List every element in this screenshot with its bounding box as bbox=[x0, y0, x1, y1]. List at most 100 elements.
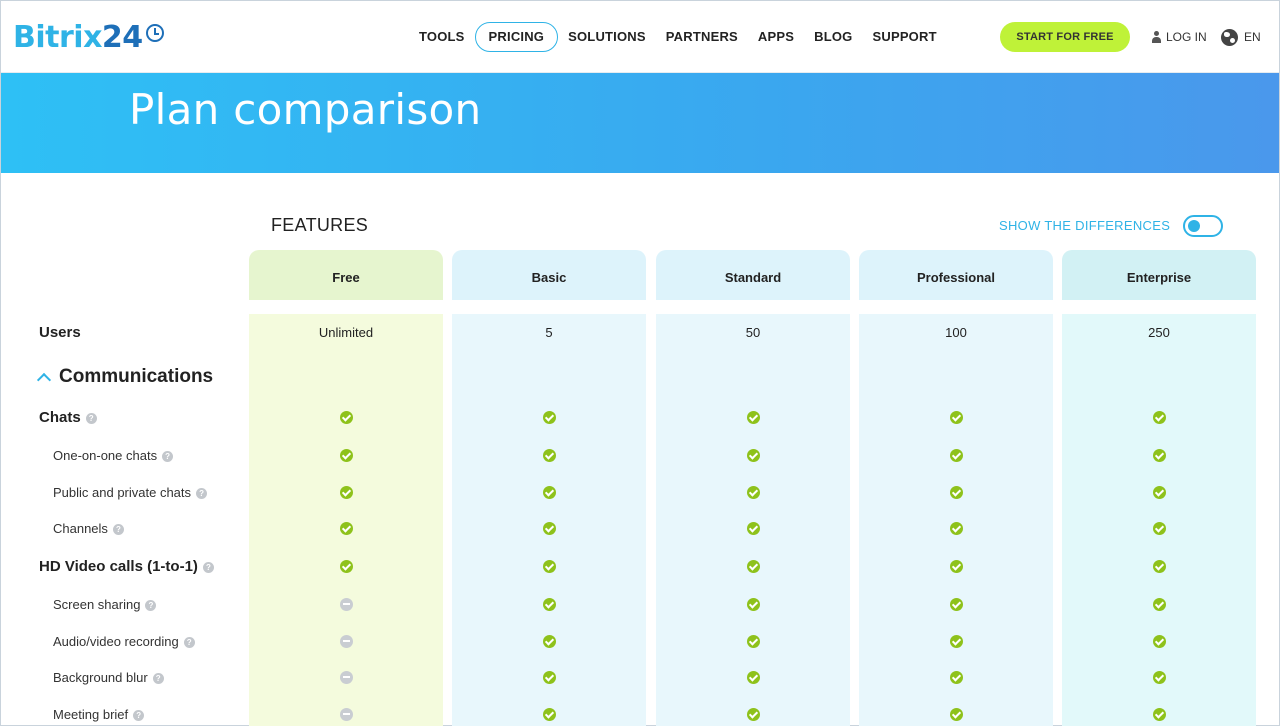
feature-cell-standard bbox=[656, 624, 850, 660]
nav-solutions[interactable]: SOLUTIONS bbox=[558, 22, 656, 52]
feature-label-text: Screen sharing bbox=[53, 597, 141, 612]
nav-partners[interactable]: PARTNERS bbox=[656, 22, 748, 52]
chevron-up-icon bbox=[36, 372, 52, 388]
feature-label: Audio/video recording? bbox=[53, 624, 195, 660]
check-icon bbox=[746, 598, 760, 612]
unavailable-icon bbox=[339, 598, 353, 612]
site-header: Bitrix 24 TOOLS PRICING SOLUTIONS PARTNERS AP… bbox=[1, 1, 1279, 73]
check-icon bbox=[746, 449, 760, 463]
check-icon bbox=[746, 411, 760, 425]
check-icon bbox=[1152, 671, 1166, 685]
table-row: Channels? bbox=[1, 511, 1279, 547]
help-icon[interactable]: ? bbox=[196, 487, 208, 499]
row-label: Users bbox=[39, 324, 81, 341]
help-icon[interactable]: ? bbox=[183, 636, 195, 648]
feature-label-text: Channels bbox=[53, 521, 108, 536]
check-icon bbox=[949, 486, 963, 500]
check-icon bbox=[542, 449, 556, 463]
language-selector[interactable]: EN bbox=[1221, 22, 1261, 52]
check-icon bbox=[542, 522, 556, 536]
nav-blog[interactable]: BLOG bbox=[804, 22, 862, 52]
check-icon bbox=[339, 486, 353, 500]
feature-cell-basic bbox=[452, 697, 646, 726]
logo-text: Bitrix bbox=[13, 19, 102, 55]
feature-cell-basic bbox=[452, 624, 646, 660]
check-icon bbox=[1152, 522, 1166, 536]
help-icon[interactable]: ? bbox=[133, 709, 145, 721]
feature-cell-professional bbox=[859, 511, 1053, 547]
feature-label: Public and private chats? bbox=[53, 475, 208, 511]
table-row: Meeting brief? bbox=[1, 697, 1279, 726]
check-icon bbox=[542, 411, 556, 425]
users-value-basic: 5 bbox=[545, 325, 553, 340]
help-icon[interactable]: ? bbox=[145, 599, 157, 611]
check-icon bbox=[1152, 411, 1166, 425]
nav-support[interactable]: SUPPORT bbox=[862, 22, 946, 52]
feature-cell-professional bbox=[859, 697, 1053, 726]
table-row: Background blur? bbox=[1, 660, 1279, 696]
feature-cell-basic bbox=[452, 438, 646, 474]
check-icon bbox=[542, 486, 556, 500]
feature-label-text: Audio/video recording bbox=[53, 634, 179, 649]
feature-cell-professional bbox=[859, 549, 1053, 585]
feature-label: Meeting brief? bbox=[53, 697, 145, 726]
feature-cell-free bbox=[249, 511, 443, 547]
section-title: Communications bbox=[59, 366, 214, 387]
help-icon[interactable]: ? bbox=[85, 412, 97, 424]
feature-cell-free bbox=[249, 697, 443, 726]
check-icon bbox=[1152, 560, 1166, 574]
feature-cell-enterprise bbox=[1062, 624, 1256, 660]
show-differences-toggle[interactable] bbox=[1183, 215, 1223, 237]
users-value-enterprise: 250 bbox=[1148, 325, 1170, 340]
bitrix24-logo[interactable]: Bitrix 24 bbox=[13, 18, 164, 56]
table-row: Audio/video recording? bbox=[1, 624, 1279, 660]
check-icon bbox=[949, 411, 963, 425]
feature-cell-enterprise bbox=[1062, 438, 1256, 474]
feature-label: HD Video calls (1-to-1)? bbox=[39, 549, 214, 585]
check-icon bbox=[949, 449, 963, 463]
check-icon bbox=[339, 522, 353, 536]
help-icon[interactable]: ? bbox=[202, 561, 214, 573]
help-icon[interactable]: ? bbox=[112, 523, 124, 535]
nav-tools[interactable]: TOOLS bbox=[409, 22, 475, 52]
show-differences-label[interactable]: SHOW THE DIFFERENCES bbox=[999, 218, 1170, 233]
feature-cell-enterprise bbox=[1062, 587, 1256, 623]
features-heading: FEATURES bbox=[271, 215, 369, 235]
globe-icon bbox=[1221, 28, 1238, 46]
check-icon bbox=[1152, 635, 1166, 649]
check-icon bbox=[949, 560, 963, 574]
section-communications[interactable]: Communications bbox=[36, 363, 214, 391]
nav-apps[interactable]: APPS bbox=[748, 22, 804, 52]
toggle-knob bbox=[1188, 220, 1200, 232]
logo-number: 24 bbox=[101, 19, 143, 55]
login-link[interactable]: LOG IN bbox=[1151, 22, 1207, 52]
feature-cell-standard bbox=[656, 438, 850, 474]
language-label: EN bbox=[1244, 30, 1261, 44]
nav-pricing[interactable]: PRICING bbox=[474, 22, 559, 52]
check-icon bbox=[542, 560, 556, 574]
feature-label: Background blur? bbox=[53, 660, 164, 696]
users-value-professional: 100 bbox=[945, 325, 967, 340]
feature-cell-enterprise bbox=[1062, 697, 1256, 726]
check-icon bbox=[949, 708, 963, 722]
start-for-free-button[interactable]: START FOR FREE bbox=[1000, 22, 1130, 52]
feature-cell-standard bbox=[656, 475, 850, 511]
feature-cell-basic bbox=[452, 400, 646, 436]
help-icon[interactable]: ? bbox=[162, 450, 174, 462]
check-icon bbox=[949, 671, 963, 685]
unavailable-icon bbox=[339, 671, 353, 685]
feature-cell-basic bbox=[452, 587, 646, 623]
table-row: One-on-one chats? bbox=[1, 438, 1279, 474]
feature-cell-standard bbox=[656, 511, 850, 547]
feature-cell-enterprise bbox=[1062, 549, 1256, 585]
check-icon bbox=[746, 671, 760, 685]
feature-cell-enterprise bbox=[1062, 400, 1256, 436]
clock-icon bbox=[145, 24, 164, 42]
feature-label: Screen sharing? bbox=[53, 587, 157, 623]
feature-cell-enterprise bbox=[1062, 660, 1256, 696]
feature-cell-standard bbox=[656, 697, 850, 726]
feature-label-text: Background blur bbox=[53, 670, 148, 685]
check-icon bbox=[542, 708, 556, 722]
help-icon[interactable]: ? bbox=[152, 672, 164, 684]
check-icon bbox=[542, 671, 556, 685]
